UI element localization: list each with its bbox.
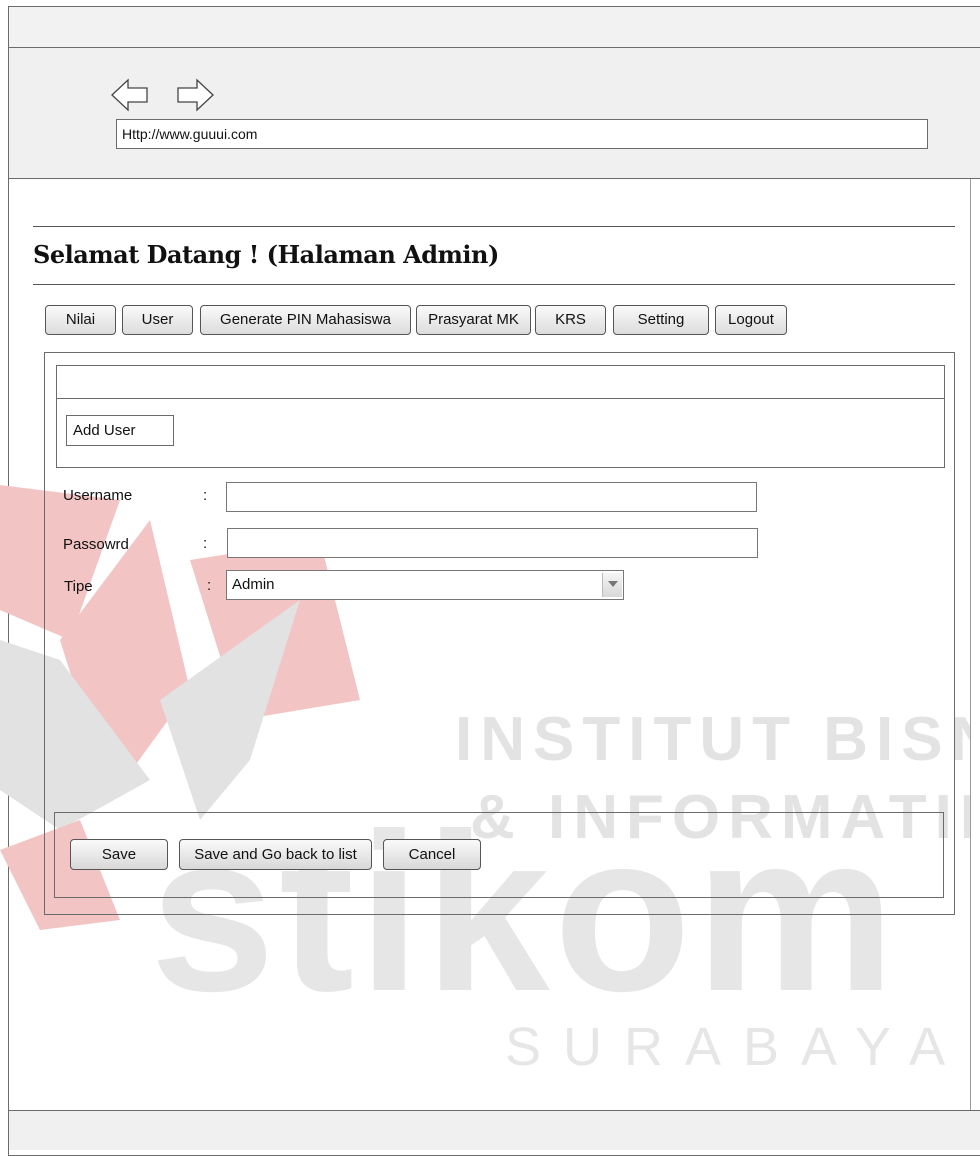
form-title-box bbox=[56, 365, 945, 468]
vertical-scrollbar[interactable] bbox=[970, 179, 980, 1110]
nav-user-button[interactable]: User bbox=[122, 305, 193, 335]
password-input[interactable] bbox=[227, 528, 758, 558]
nav-krs-button[interactable]: KRS bbox=[535, 305, 606, 335]
dropdown-button[interactable] bbox=[602, 573, 622, 597]
form-title-divider bbox=[56, 398, 945, 399]
tipe-select[interactable]: Admin bbox=[226, 570, 624, 600]
title-bar bbox=[9, 7, 980, 48]
back-arrow-icon[interactable] bbox=[110, 77, 150, 113]
nav-setting-button[interactable]: Setting bbox=[613, 305, 709, 335]
save-button[interactable]: Save bbox=[70, 839, 168, 870]
password-label: Passowrd bbox=[63, 536, 129, 553]
browser-toolbar bbox=[9, 48, 980, 179]
chevron-down-icon bbox=[608, 581, 618, 587]
username-label: Username bbox=[63, 487, 133, 504]
nav-logout-button[interactable]: Logout bbox=[715, 305, 787, 335]
password-colon: : bbox=[203, 535, 208, 552]
username-colon: : bbox=[203, 487, 208, 504]
address-bar[interactable]: Http://www.guuui.com bbox=[116, 119, 928, 149]
tipe-label: Tipe bbox=[64, 578, 93, 595]
username-input[interactable] bbox=[226, 482, 757, 512]
forward-arrow-icon[interactable] bbox=[175, 77, 215, 113]
page-title: Selamat Datang ! (Halaman Admin) bbox=[33, 240, 499, 269]
tipe-colon: : bbox=[207, 577, 212, 594]
nav-nilai-button[interactable]: Nilai bbox=[45, 305, 116, 335]
header-divider-bottom bbox=[33, 284, 955, 285]
nav-prasyarat-mk-button[interactable]: Prasyarat MK bbox=[416, 305, 531, 335]
header-divider-top bbox=[33, 226, 955, 227]
status-bar bbox=[9, 1110, 980, 1150]
save-and-back-button[interactable]: Save and Go back to list bbox=[179, 839, 372, 870]
nav-generate-pin-button[interactable]: Generate PIN Mahasiswa bbox=[200, 305, 411, 335]
cancel-button[interactable]: Cancel bbox=[383, 839, 481, 870]
add-user-label: Add User bbox=[66, 415, 174, 446]
